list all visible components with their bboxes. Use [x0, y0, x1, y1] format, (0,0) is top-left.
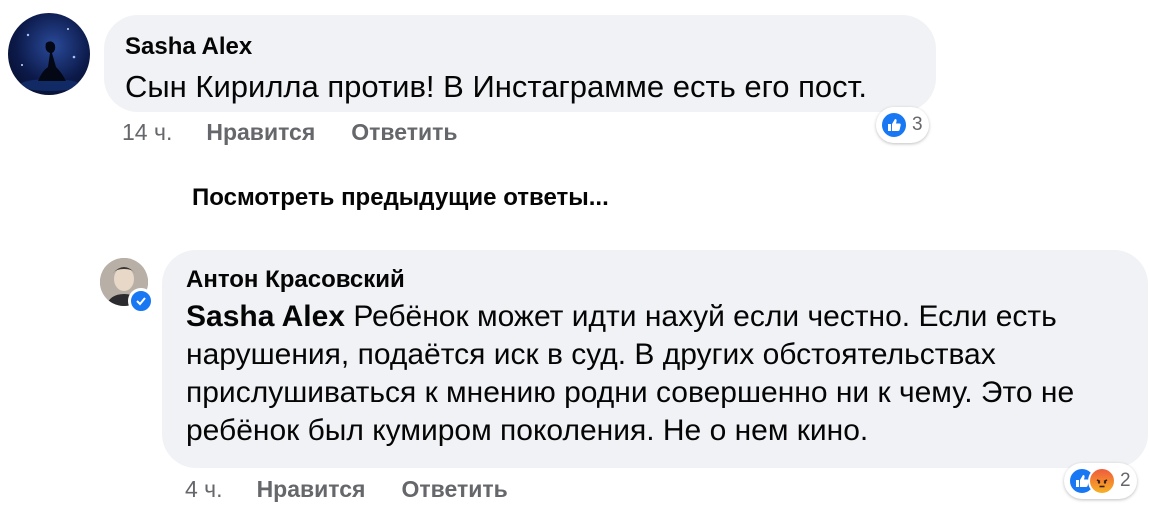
- reply-reactions[interactable]: 2: [1064, 463, 1137, 499]
- like-button[interactable]: Нравится: [206, 119, 315, 146]
- reply-actions: 4 ч. Нравится Ответить: [185, 476, 508, 503]
- reply-button[interactable]: Ответить: [351, 119, 457, 146]
- comment-text: Сын Кирилла против! В Инстаграмме есть е…: [125, 69, 868, 104]
- comment-timestamp[interactable]: 14 ч.: [122, 119, 172, 146]
- comment-bubble: Sasha Alex Сын Кирилла против! В Инстагр…: [104, 15, 936, 112]
- view-previous-replies-link[interactable]: Посмотреть предыдущие ответы...: [192, 184, 609, 212]
- like-icon: [880, 111, 908, 139]
- avatar-silhouette-icon: [20, 28, 80, 91]
- reply-bubble: Антон Красовский Sasha Alex Ребёнок може…: [162, 250, 1148, 468]
- comment-author-avatar[interactable]: [8, 13, 90, 95]
- comment-reactions[interactable]: 3: [876, 107, 929, 143]
- reply-timestamp[interactable]: 4 ч.: [185, 476, 223, 503]
- reply-text: Sasha Alex Ребёнок может идти нахуй если…: [186, 298, 1124, 450]
- like-button[interactable]: Нравится: [257, 476, 366, 503]
- reply-button[interactable]: Ответить: [401, 476, 507, 503]
- angry-icon: [1088, 467, 1116, 495]
- mention-link[interactable]: Sasha Alex: [186, 300, 345, 333]
- verified-badge-icon: [128, 288, 154, 314]
- reaction-count: 2: [1120, 470, 1131, 491]
- reply-author-name[interactable]: Антон Красовский: [186, 265, 1124, 295]
- comment-actions: 14 ч. Нравится Ответить: [122, 119, 458, 146]
- reaction-count: 3: [912, 114, 923, 135]
- comment-author-name[interactable]: Sasha Alex: [125, 32, 915, 62]
